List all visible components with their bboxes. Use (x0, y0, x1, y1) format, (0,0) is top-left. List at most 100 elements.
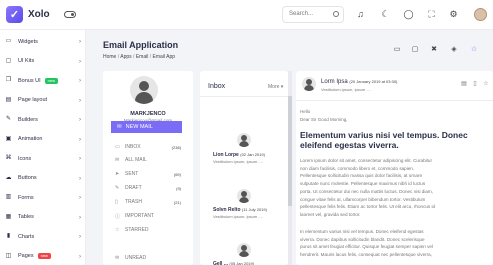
message-avatar[interactable] (237, 243, 251, 257)
box-icon: ▢ (5, 57, 12, 64)
folder-count: (9) (176, 185, 181, 191)
app-root: ✓ Xolo Search... ♫ ☾ ◯ ⛶ ⚙ ▭ Widgets › ▢ UI … (0, 0, 493, 265)
folder-item[interactable]: ☆ STARRED (115, 226, 181, 234)
folder-item[interactable]: ▯ TRASH (21) (115, 198, 181, 206)
folder-item[interactable]: ➤ SENT (69) (115, 170, 181, 178)
message-line: vulputate nunc molestie. Pellentesque ma… (300, 181, 426, 187)
message-paragraph-2: In elementum varius nisi vel tempus. Don… (300, 228, 490, 259)
sidebar-item[interactable]: ◫ Pages new › (0, 247, 86, 265)
sidebar-item[interactable]: ▭ Widgets › (0, 32, 86, 51)
greeting-hello: Hello (300, 109, 311, 114)
sidebar-toggle-icon[interactable] (64, 11, 76, 18)
divider (200, 96, 288, 97)
folder-count: (236) (171, 144, 181, 150)
folder-count: (21) (173, 199, 181, 205)
chevron-right-icon: › (79, 234, 81, 240)
mail-icon: ✉ (115, 157, 120, 163)
star-action-icon[interactable]: ☆ (469, 45, 479, 55)
more-label: More (268, 84, 280, 90)
folder-label: IMPORTANT (125, 213, 154, 219)
sidebar-item[interactable]: ▤ Page layout › (0, 91, 86, 110)
brand[interactable]: ✓ Xolo (6, 6, 50, 23)
greeting-dear: Dear Sir Good Morning, (300, 117, 348, 122)
breadcrumb-home[interactable]: Home (103, 54, 116, 60)
sender-name: Lorm Ipsa (321, 79, 348, 85)
folder-label: UNREAD (125, 255, 147, 261)
profile-avatar (130, 76, 158, 104)
chevron-right-icon: › (79, 253, 81, 260)
message-avatar[interactable] (237, 189, 251, 203)
user-avatar[interactable] (474, 8, 487, 21)
message-sender-name: Lion Lorpe (213, 152, 239, 158)
sidebar-item[interactable]: ⌘ Icons › (0, 149, 86, 168)
moon-icon[interactable]: ☾ (380, 9, 391, 20)
new-mail-button[interactable]: ✉ NEW MAIL (111, 121, 182, 133)
sidebar-item-label: Builders (18, 116, 38, 123)
layers-action-icon[interactable]: ◈ (449, 45, 459, 55)
settings-icon[interactable]: ⚙ (448, 9, 459, 20)
message-sender-name: Gell ... (213, 261, 229, 265)
sidebar: ▭ Widgets › ▢ UI Kits › ❐ Bonus UI new › ▤ Page lay… (0, 30, 86, 265)
message-subject: Vestibulum ipsum, ipsum .... (213, 159, 263, 164)
star-icon[interactable]: ☆ (482, 80, 490, 88)
sidebar-item-label: Buttons (18, 175, 37, 181)
breadcrumb: Home / Apps / Email / Email App (103, 54, 175, 60)
close-action-icon[interactable]: ✖ (429, 45, 439, 55)
chevron-right-icon: › (79, 156, 81, 162)
message-sender[interactable]: Gell ... (05 Jan 2019) (213, 261, 254, 265)
delete-icon[interactable]: ▯ (471, 80, 479, 88)
message-avatar[interactable] (237, 133, 251, 147)
sidebar-item[interactable]: ☁ Buttons › (0, 169, 86, 188)
breadcrumb-sep: / (149, 54, 152, 60)
message-line: congue vitae felis at, ullamcorper biben… (300, 196, 426, 202)
sidebar-item[interactable]: ❐ Bonus UI new › (0, 71, 86, 90)
chevron-right-icon: › (79, 175, 81, 182)
sender-date: (20 January 2019 at 03:30) (349, 79, 398, 84)
sidebar-item-label: Widgets (18, 38, 38, 45)
notification-bell-icon[interactable]: ♫ (355, 9, 366, 20)
sidebar-item[interactable]: ▣ Animation › (0, 130, 86, 149)
sidebar-item[interactable]: ▮ Charts › (0, 227, 86, 246)
trash-icon: ▯ (115, 199, 118, 205)
sidebar-item[interactable]: ▥ Forms › (0, 188, 86, 207)
sidebar-item-label: Tables (18, 214, 34, 220)
sender-avatar (302, 77, 316, 91)
sidebar-item[interactable]: ▦ Tables › (0, 208, 86, 227)
folder-label: TRASH (125, 199, 142, 205)
monitor-icon: ▭ (5, 38, 12, 44)
message-line: purus sit amet feugiat efficitur. Quisqu… (300, 244, 433, 250)
inbox-scroll-thumb[interactable] (288, 96, 292, 206)
message-action-icon[interactable]: ▢ (410, 45, 420, 55)
folder-label: SENT (125, 171, 139, 177)
chevron-right-icon: › (79, 58, 81, 65)
bar-chart-icon: ▮ (6, 233, 11, 239)
breadcrumb-email[interactable]: Email (136, 54, 149, 60)
folder-item[interactable]: ✎ DRAFT (9) (115, 184, 181, 192)
sidebar-item[interactable]: ✎ Builders › (0, 110, 86, 129)
top-header: ✓ Xolo Search... ♫ ☾ ◯ ⛶ ⚙ (0, 0, 493, 30)
folder-item[interactable]: ✉ ALL MAIL (115, 156, 181, 164)
folder-item[interactable]: ⓘ IMPORTANT (115, 212, 181, 220)
file-icon: ▤ (5, 96, 12, 103)
print-icon[interactable]: ▤ (460, 80, 468, 88)
chat-icon[interactable]: ◯ (403, 9, 414, 20)
sidebar-item[interactable]: ▢ UI Kits › (0, 52, 86, 71)
folder-item[interactable]: ✉ UNREAD (115, 254, 181, 262)
message-line: viverra. Donec dapibus sollicitudin blan… (300, 236, 425, 242)
inbox-action-icon[interactable]: ▭ (392, 45, 402, 55)
message-line: In elementum varius nisi vel tempus. Don… (300, 229, 424, 234)
mail-icon: ✉ (117, 124, 122, 130)
search-input[interactable]: Search... (282, 6, 344, 23)
sender-line: Lorm Ipsa (20 January 2019 at 03:30) (321, 79, 397, 85)
fullscreen-icon[interactable]: ⛶ (426, 9, 437, 20)
more-dropdown[interactable]: More ▾ (268, 84, 283, 90)
message-line: laoreet vel, gravida sed tortor. (300, 211, 361, 217)
page-title: Email Application (103, 40, 179, 50)
message-sender[interactable]: Solvn Relto (11 July 2019) (213, 207, 267, 213)
message-sender[interactable]: Lion Lorpe (02 Jan 2019) (213, 152, 265, 158)
command-icon: ⌘ (5, 155, 12, 161)
draft-icon: ✎ (115, 185, 120, 191)
breadcrumb-apps[interactable]: Apps (120, 54, 131, 60)
chevron-right-icon: › (79, 78, 81, 84)
folder-item[interactable]: ▭ INBOX (236) (115, 143, 181, 151)
